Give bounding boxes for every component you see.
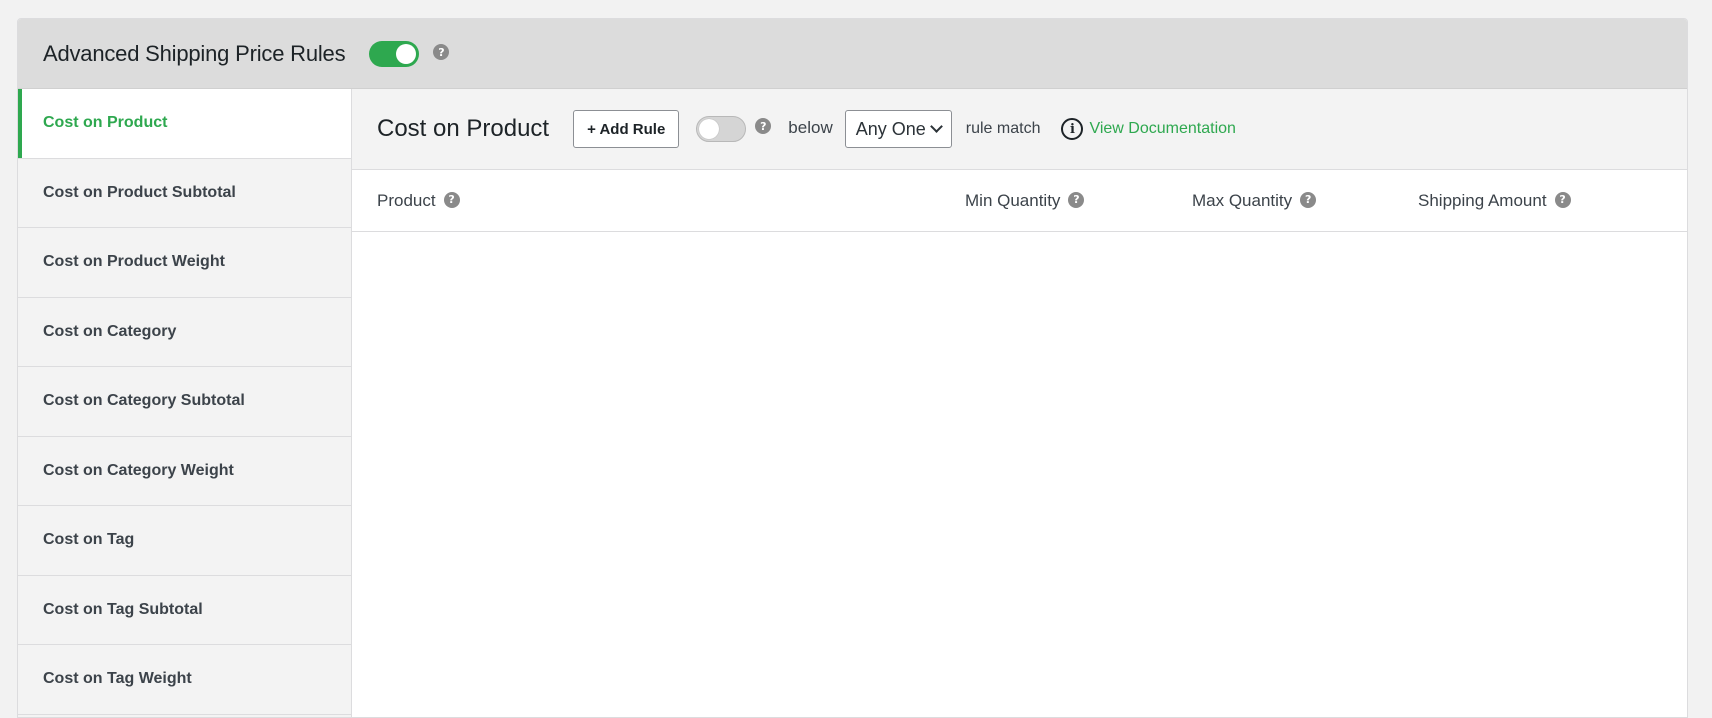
column-label: Product	[377, 191, 436, 210]
column-header-max-quantity: Max Quantity ?	[1192, 170, 1317, 232]
help-icon[interactable]: ?	[433, 44, 450, 60]
toggle-knob	[699, 119, 720, 139]
rule-toggle[interactable]	[696, 116, 747, 142]
section-title: Cost on Product	[377, 115, 550, 142]
rules-toolbar: Cost on Product + Add Rule ? below Any O…	[352, 89, 1687, 170]
column-label: Min Quantity	[965, 191, 1061, 210]
sidebar-item-cost-on-product[interactable]: Cost on Product	[18, 89, 351, 159]
enable-toggle[interactable]	[369, 40, 420, 67]
column-header-min-quantity: Min Quantity ?	[965, 170, 1085, 232]
panel-header: Advanced Shipping Price Rules ?	[18, 19, 1687, 89]
shipping-rules-panel: Advanced Shipping Price Rules ? Cost on …	[17, 18, 1688, 718]
add-rule-button[interactable]: + Add Rule	[573, 110, 680, 148]
panel-body: Cost on Product Cost on Product Subtotal…	[18, 89, 1687, 717]
sidebar-item-cost-on-tag-weight[interactable]: Cost on Tag Weight	[18, 645, 351, 715]
sidebar-item-label: Cost on Category Subtotal	[43, 392, 245, 410]
doc-link-label: View Documentation	[1089, 120, 1236, 137]
sidebar-item-label: Cost on Tag Weight	[43, 670, 192, 688]
table-header: Product ? Min Quantity ? Max Quantity ? …	[352, 170, 1687, 232]
sidebar-item-cost-on-category-subtotal[interactable]: Cost on Category Subtotal	[18, 367, 351, 437]
sidebar-item-cost-on-category[interactable]: Cost on Category	[18, 298, 351, 367]
column-header-shipping-amount: Shipping Amount ?	[1418, 170, 1571, 232]
rules-table-body	[352, 232, 1687, 712]
column-label: Shipping Amount	[1418, 191, 1547, 210]
sidebar-item-label: Cost on Product Weight	[43, 253, 225, 271]
rule-match-select[interactable]: Any One	[844, 110, 952, 148]
column-header-product: Product ?	[377, 170, 460, 232]
help-icon[interactable]: ?	[1554, 191, 1571, 208]
sidebar-item-label: Cost on Tag Subtotal	[43, 600, 203, 618]
view-documentation-link[interactable]: i View Documentation	[1061, 118, 1236, 140]
sidebar-item-cost-on-product-weight[interactable]: Cost on Product Weight	[18, 228, 351, 298]
column-label: Max Quantity	[1192, 191, 1293, 210]
rule-match-label: rule match	[965, 120, 1041, 137]
sidebar: Cost on Product Cost on Product Subtotal…	[18, 89, 352, 717]
below-label: below	[788, 118, 833, 137]
sidebar-item-label: Cost on Tag	[43, 531, 135, 549]
toggle-knob	[396, 43, 417, 64]
chevron-down-icon	[929, 120, 943, 133]
main-content: Cost on Product + Add Rule ? below Any O…	[352, 89, 1687, 717]
help-icon[interactable]: ?	[443, 191, 460, 208]
sidebar-item-cost-on-product-subtotal[interactable]: Cost on Product Subtotal	[18, 159, 351, 228]
help-icon[interactable]: ?	[1300, 191, 1317, 208]
sidebar-item-cost-on-category-weight[interactable]: Cost on Category Weight	[18, 437, 351, 506]
select-value: Any One	[855, 118, 926, 139]
help-icon[interactable]: ?	[755, 118, 772, 134]
help-icon[interactable]: ?	[1068, 191, 1085, 208]
sidebar-item-label: Cost on Product	[43, 114, 168, 132]
info-icon: i	[1061, 118, 1084, 140]
sidebar-item-label: Cost on Category Weight	[43, 461, 234, 479]
sidebar-item-label: Cost on Category	[43, 322, 177, 340]
sidebar-item-cost-on-tag[interactable]: Cost on Tag	[18, 506, 351, 576]
sidebar-item-label: Cost on Product Subtotal	[43, 183, 236, 201]
sidebar-item-cost-on-tag-subtotal[interactable]: Cost on Tag Subtotal	[18, 576, 351, 645]
panel-title: Advanced Shipping Price Rules	[43, 40, 346, 66]
